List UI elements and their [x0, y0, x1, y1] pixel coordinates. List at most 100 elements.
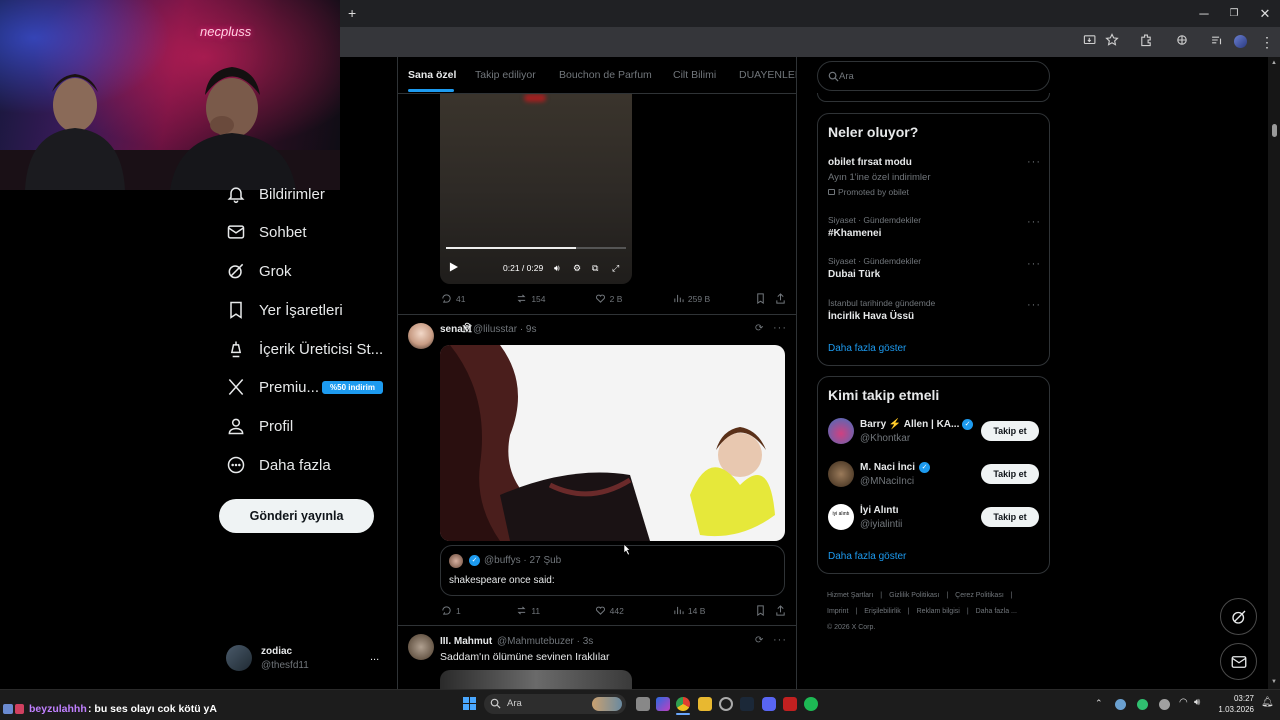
trend-item-promoted[interactable]: obilet fırsat modu Ayın 1'ine özel indir… — [818, 154, 1049, 204]
scroll-up-arrow-icon[interactable]: ▲ — [1271, 60, 1277, 66]
notifications-icon[interactable]: 🔔︎ — [1261, 697, 1274, 708]
sidebar-item-notifications[interactable]: Bildirimler — [226, 176, 325, 212]
post2-image[interactable] — [440, 345, 785, 541]
tray-mic-icon[interactable] — [1159, 699, 1170, 710]
install-app-icon[interactable] — [1083, 33, 1103, 51]
new-tab-button[interactable]: + — [348, 5, 356, 21]
scrollbar-thumb[interactable] — [1272, 124, 1277, 137]
task-view-icon[interactable] — [636, 697, 650, 711]
restore-button[interactable]: ❐ — [1219, 4, 1249, 24]
account-more-button[interactable]: ... — [370, 651, 379, 663]
post-more-button[interactable]: ··· — [773, 634, 787, 646]
footer-link[interactable]: Imprint — [827, 604, 848, 620]
sidebar-item-profile[interactable]: Profil — [226, 408, 293, 444]
grok-floating-button[interactable] — [1220, 598, 1257, 635]
trend-item[interactable]: İstanbul tarihinde gündemde İncirlik Hav… — [818, 297, 1049, 331]
footer-link[interactable]: Reklam bilgisi — [917, 604, 960, 620]
post3-media[interactable] — [440, 670, 632, 689]
post2-avatar[interactable] — [408, 323, 434, 349]
bookmark-star-icon[interactable] — [1105, 33, 1125, 51]
volume-icon[interactable]: 🔊︎ — [1194, 697, 1200, 708]
messages-floating-button[interactable] — [1220, 643, 1257, 680]
share-button[interactable] — [775, 293, 786, 304]
who-show-more-link[interactable]: Daha fazla göster — [828, 551, 906, 562]
repost-button[interactable]: 154 — [516, 293, 594, 304]
sidebar-item-grok[interactable]: Grok — [226, 253, 292, 289]
steam-icon[interactable] — [740, 697, 754, 711]
tab-cilt-bilimi[interactable]: Cilt Bilimi — [673, 69, 716, 81]
follow-suggestion[interactable]: M. Naci İnci ✓ @MNaciInci Takip et — [818, 458, 1049, 494]
like-button[interactable]: 2 B — [595, 293, 673, 304]
trend-more-button[interactable]: ··· — [1027, 299, 1041, 311]
footer-link[interactable]: Hizmet Şartları — [827, 588, 873, 604]
trend-more-button[interactable]: ··· — [1027, 258, 1041, 270]
extension-puzzle-icon[interactable] — [1175, 33, 1195, 51]
profile-avatar[interactable] — [1234, 35, 1247, 48]
video-player[interactable]: 0:21 / 0:29 🔊︎ ⚙︎ ⧉ ⤢ — [440, 94, 632, 284]
sidebar-item-premium[interactable]: Premiu... — [226, 369, 319, 405]
media-control-icon[interactable] — [1210, 33, 1230, 51]
post3-avatar[interactable] — [408, 634, 434, 660]
tray-app-icon[interactable] — [1137, 699, 1148, 710]
tab-duayenler[interactable]: DUAYENLER — [739, 69, 796, 81]
quoted-post[interactable]: ✓ @buffys · 27 Şub shakespeare once said… — [440, 545, 785, 596]
footer-link[interactable]: Çerez Politikası — [955, 588, 1004, 604]
browser-menu-icon[interactable]: ⋮ — [1260, 33, 1280, 51]
tray-app-icon[interactable] — [1115, 699, 1126, 710]
follow-button[interactable]: Takip et — [981, 464, 1039, 484]
tab-following[interactable]: Takip ediliyor — [475, 69, 536, 81]
copilot-icon[interactable] — [656, 697, 670, 711]
follow-button[interactable]: Takip et — [981, 421, 1039, 441]
scroll-down-arrow-icon[interactable]: ▼ — [1271, 679, 1277, 685]
follow-suggestion[interactable]: iyi alıntı İyi Alıntı @iyialintii Takip … — [818, 501, 1049, 537]
wifi-icon[interactable]: ◠ — [1179, 697, 1188, 708]
follow-button[interactable]: Takip et — [981, 507, 1039, 527]
taskbar-search-input[interactable]: Ara — [484, 694, 626, 714]
discord-icon[interactable] — [762, 697, 776, 711]
share-button[interactable] — [775, 605, 786, 616]
trend-item[interactable]: Siyaset · Gündemdekiler #Khamenei ··· — [818, 214, 1049, 248]
repost-button[interactable]: 11 — [516, 605, 594, 616]
settings-icon[interactable]: ⚙︎ — [573, 263, 581, 274]
reply-button[interactable]: 41 — [441, 293, 516, 304]
trend-item[interactable]: Siyaset · Gündemdekiler Dubai Türk ··· — [818, 255, 1049, 289]
bookmark-post-button[interactable] — [755, 293, 775, 304]
views-button[interactable]: 14 B — [673, 605, 755, 616]
trends-show-more-link[interactable]: Daha fazla göster — [828, 343, 906, 354]
bookmark-post-button[interactable] — [755, 605, 775, 616]
video-progress-track[interactable] — [446, 247, 626, 249]
post3-author-name[interactable]: III. Mahmut — [440, 636, 492, 647]
picture-in-picture-icon[interactable]: ⧉ — [592, 263, 598, 274]
account-avatar[interactable] — [226, 645, 252, 671]
post3-author-handle[interactable]: @Mahmutebuzer · 3s — [497, 636, 593, 647]
footer-link[interactable]: Daha fazla ... — [976, 604, 1017, 620]
close-window-button[interactable]: ✕ — [1250, 4, 1280, 24]
post-button[interactable]: Gönderi yayınla — [219, 499, 374, 533]
sidebar-item-bookmarks[interactable]: Yer İşaretleri — [226, 292, 343, 328]
search-input[interactable]: Ara — [817, 61, 1050, 91]
post-more-button[interactable]: ··· — [773, 322, 787, 334]
volume-icon[interactable]: 🔊︎ — [554, 263, 560, 274]
chrome-icon[interactable] — [676, 697, 690, 711]
windows-start-icon[interactable] — [463, 697, 476, 710]
trend-more-button[interactable]: ··· — [1027, 156, 1041, 168]
spotify-icon[interactable] — [804, 697, 818, 711]
tab-bouchon[interactable]: Bouchon de Parfum — [559, 69, 652, 81]
post2-author-name[interactable]: sena🕅 — [440, 324, 472, 335]
obs-icon[interactable] — [719, 697, 733, 711]
file-explorer-icon[interactable] — [698, 697, 712, 711]
grok-analyze-icon[interactable]: ⟳ — [755, 635, 763, 646]
footer-link[interactable]: Gizlilik Politikası — [889, 588, 939, 604]
trend-more-button[interactable]: ··· — [1027, 216, 1041, 228]
play-icon[interactable] — [449, 262, 458, 272]
like-button[interactable]: 442 — [595, 605, 673, 616]
sidebar-item-chat[interactable]: Sohbet — [226, 214, 307, 250]
post2-author-handle[interactable]: @lilusstar · 9s — [473, 324, 537, 335]
extensions-icon[interactable] — [1139, 33, 1159, 51]
game-launcher-icon[interactable] — [783, 697, 797, 711]
minimize-button[interactable]: ─ — [1189, 4, 1219, 24]
tray-overflow-icon[interactable]: ⌃ — [1095, 698, 1103, 709]
reply-button[interactable]: 1 — [441, 605, 516, 616]
tab-for-you[interactable]: Sana özel — [408, 69, 456, 81]
follow-suggestion[interactable]: Barry ⚡ Allen | KA... ✓ @Khontkar Takip … — [818, 415, 1049, 451]
